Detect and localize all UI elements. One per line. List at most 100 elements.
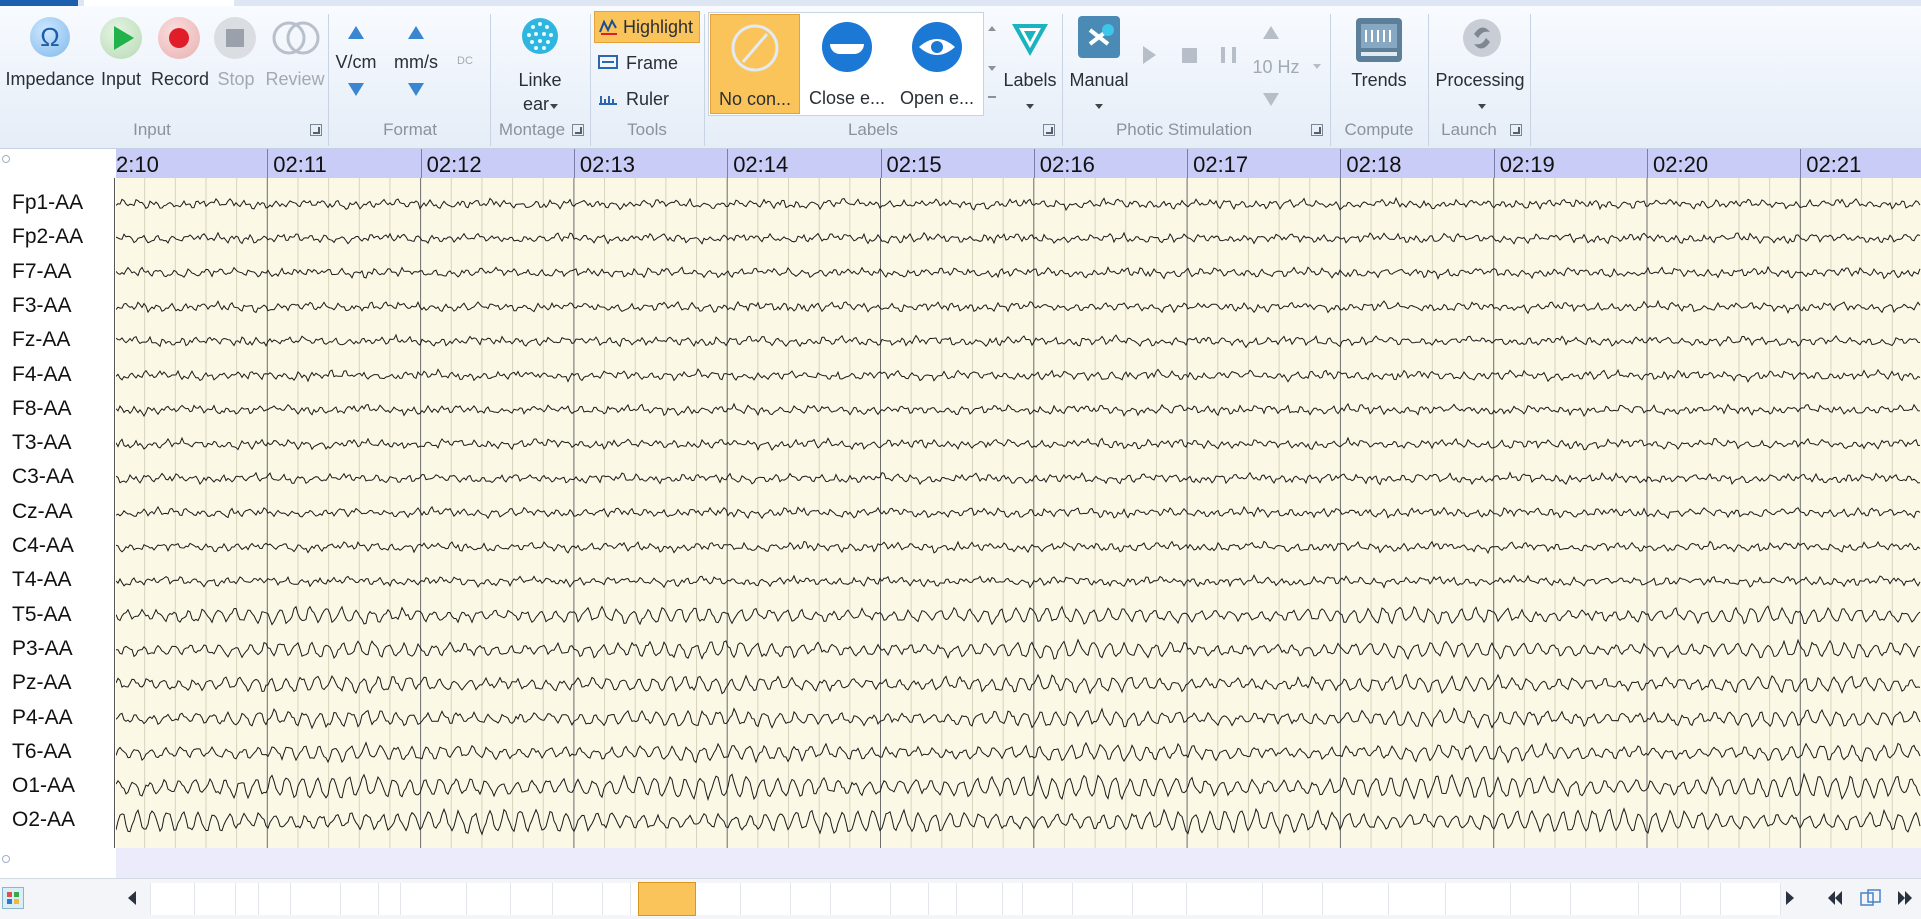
photic-group-launcher[interactable] <box>1311 124 1323 136</box>
eeg-trace-o2-aa <box>116 807 1921 836</box>
photic-frequency-value[interactable]: 10 Hz <box>1247 57 1305 78</box>
time-tick-mark <box>1800 149 1802 178</box>
time-tick-mark <box>420 149 422 178</box>
channel-label[interactable]: P4-AA <box>12 706 73 730</box>
time-tick-label: 02:18 <box>1346 152 1402 177</box>
eeg-trace-c4-aa <box>116 540 1921 555</box>
stop-label: Stop <box>217 69 255 89</box>
record-button[interactable]: Record <box>150 12 210 92</box>
eeg-waveform-area[interactable] <box>116 178 1921 848</box>
channel-label[interactable]: T6-AA <box>12 740 72 764</box>
scroll-segment-divider <box>1680 883 1681 915</box>
time-scroll-thumb[interactable] <box>638 882 696 916</box>
processing-button[interactable]: Processing <box>1432 12 1528 116</box>
sensitivity-label: V/cm <box>335 52 377 72</box>
review-button[interactable]: Review <box>264 12 326 92</box>
channel-label[interactable]: C3-AA <box>12 465 74 489</box>
fit-page-icon[interactable] <box>1860 889 1882 907</box>
montage-label-line2: ear <box>522 94 549 114</box>
channel-label[interactable]: O2-AA <box>12 808 75 832</box>
labels-group-label: Labels <box>847 120 899 139</box>
stop-button[interactable]: Stop <box>210 12 262 92</box>
channel-label[interactable]: T5-AA <box>12 603 72 627</box>
photic-manual-button[interactable]: Manual <box>1066 12 1132 116</box>
channel-label[interactable]: F7-AA <box>12 260 72 284</box>
highlight-button[interactable]: Highlight <box>594 11 700 43</box>
channel-label[interactable]: T3-AA <box>12 431 72 455</box>
app-status-icon[interactable] <box>2 887 24 909</box>
input-group-launcher[interactable] <box>310 124 322 136</box>
channel-label[interactable]: F8-AA <box>12 397 72 421</box>
channel-label[interactable]: F3-AA <box>12 294 72 318</box>
channel-label-panel: Fp1-AA Fp2-AA F7-AA F3-AA Fz-AA F4-AA F8-AA T3-… <box>0 149 116 880</box>
label-gallery-item-close-eyes[interactable]: Close e... <box>802 14 892 114</box>
ruler-label: Ruler <box>626 89 670 109</box>
page-back-icon[interactable] <box>1828 891 1842 905</box>
frequency-dropdown-icon[interactable] <box>1313 64 1321 69</box>
eeg-traces[interactable] <box>116 178 1921 848</box>
channel-label[interactable]: C4-AA <box>12 534 74 558</box>
open-eyes-label: Open e... <box>899 88 975 108</box>
scroll-segment-divider <box>1780 883 1781 915</box>
frequency-down-icon[interactable] <box>1263 93 1279 106</box>
scroll-segment-divider <box>1445 883 1446 915</box>
channel-label[interactable]: T4-AA <box>12 568 72 592</box>
navigation-bar <box>0 878 1921 919</box>
channel-label[interactable]: Cz-AA <box>12 500 73 524</box>
speed-down-icon[interactable] <box>408 83 424 96</box>
annotation-strip[interactable] <box>116 848 1921 878</box>
eeg-trace-fz-aa <box>116 333 1921 349</box>
page-forward-icon[interactable] <box>1898 891 1912 905</box>
scroll-right-icon[interactable] <box>1786 891 1794 905</box>
sensitivity-down-icon[interactable] <box>348 83 364 96</box>
review-icon <box>272 17 320 59</box>
montage-button[interactable]: Linke ear <box>500 12 582 116</box>
channel-label[interactable]: O1-AA <box>12 774 75 798</box>
time-tick-mark <box>727 149 729 178</box>
channel-label[interactable]: Pz-AA <box>12 671 72 695</box>
time-tick-label: 02:20 <box>1653 152 1709 177</box>
label-gallery-item-open-eyes[interactable]: Open e... <box>892 14 982 114</box>
channel-label[interactable]: F4-AA <box>12 363 72 387</box>
label-gallery-item-no-condition[interactable]: No con... <box>710 14 800 114</box>
collapse-top-icon[interactable] <box>2 155 10 163</box>
montage-group-launcher[interactable] <box>572 124 584 136</box>
time-tick-mark <box>267 149 269 178</box>
impedance-label: Impedance <box>5 69 95 89</box>
time-ruler[interactable]: 2:10 02:11 02:12 02:13 02:14 02:15 02:16 02:17 0… <box>116 149 1921 178</box>
gallery-scroll[interactable] <box>984 14 1000 114</box>
time-scroll-track[interactable] <box>150 883 1781 915</box>
photic-pause-icon[interactable] <box>1221 47 1236 63</box>
labels-button[interactable]: Labels <box>1002 12 1058 116</box>
dc-button[interactable]: DC <box>455 55 475 67</box>
photic-stop-icon[interactable] <box>1182 48 1197 63</box>
scroll-segment-divider <box>1510 883 1511 915</box>
collapse-bottom-icon[interactable] <box>2 855 10 863</box>
ruler-button[interactable]: Ruler <box>596 86 696 114</box>
sensitivity-up-icon[interactable] <box>348 26 364 39</box>
gallery-expand-icon <box>988 96 996 98</box>
time-tick-label: 02:19 <box>1499 152 1555 177</box>
launch-group-launcher[interactable] <box>1510 124 1522 136</box>
eeg-trace-t3-aa <box>116 436 1921 452</box>
channel-label[interactable]: Fp1-AA <box>12 191 83 215</box>
impedance-button[interactable]: Ω Impedance <box>4 12 95 92</box>
scroll-left-icon[interactable] <box>128 891 136 905</box>
frame-button[interactable]: Frame <box>596 50 696 78</box>
eeg-trace-o1-aa <box>116 772 1921 802</box>
time-tick-label: 02:11 <box>273 152 327 177</box>
input-button[interactable]: Input <box>96 12 152 92</box>
eeg-trace-fp2-aa <box>116 231 1921 245</box>
scroll-segment-divider <box>602 883 603 915</box>
trends-button[interactable]: Trends <box>1334 12 1424 116</box>
channel-label[interactable]: P3-AA <box>12 637 73 661</box>
scroll-segment-divider <box>400 883 401 915</box>
time-tick-label: 02:14 <box>733 152 789 177</box>
scroll-segment-divider <box>466 883 467 915</box>
labels-group-launcher[interactable] <box>1043 124 1055 136</box>
channel-label[interactable]: Fp2-AA <box>12 225 83 249</box>
speed-up-icon[interactable] <box>408 26 424 39</box>
photic-play-icon[interactable] <box>1143 46 1156 64</box>
channel-label[interactable]: Fz-AA <box>12 328 70 352</box>
frequency-up-icon[interactable] <box>1263 26 1279 39</box>
